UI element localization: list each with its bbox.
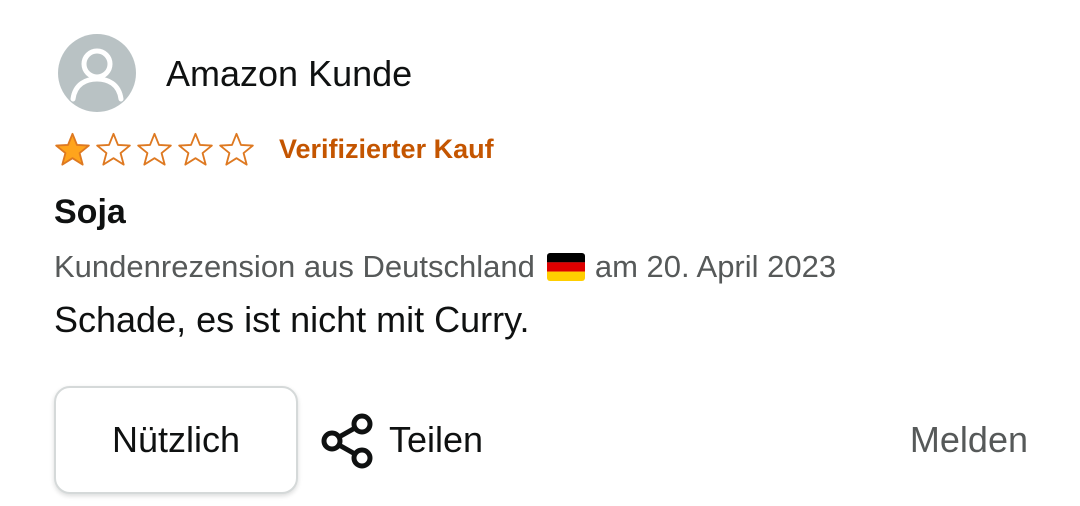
share-label: Teilen — [389, 419, 484, 460]
star-empty-icon — [96, 132, 131, 166]
star-filled-icon — [55, 132, 90, 166]
star-empty-icon — [137, 132, 172, 166]
review-title: Soja — [54, 193, 126, 231]
review-origin: Kundenrezension aus Deutschland — [54, 249, 535, 284]
star-rating — [54, 131, 259, 169]
customer-review: Amazon Kunde Verifizierter Kauf Soja Kun… — [0, 0, 1080, 506]
review-date: am 20. April 2023 — [594, 249, 837, 284]
share-button[interactable]: Teilen — [319, 410, 483, 470]
review-meta: Kundenrezension aus Deutschland am 20. A… — [54, 248, 836, 286]
star-empty-icon — [178, 132, 213, 166]
germany-flag-icon — [546, 253, 585, 281]
review-body: Schade, es ist nicht mit Curry. — [54, 299, 530, 340]
verified-purchase-badge: Verifizierter Kauf — [279, 134, 494, 164]
star-empty-icon — [219, 132, 254, 166]
report-link[interactable]: Melden — [910, 418, 1028, 462]
helpful-button[interactable]: Nützlich — [54, 386, 298, 494]
reviewer-name: Amazon Kunde — [166, 53, 413, 94]
share-icon — [321, 413, 373, 469]
user-profile-icon — [58, 34, 136, 112]
